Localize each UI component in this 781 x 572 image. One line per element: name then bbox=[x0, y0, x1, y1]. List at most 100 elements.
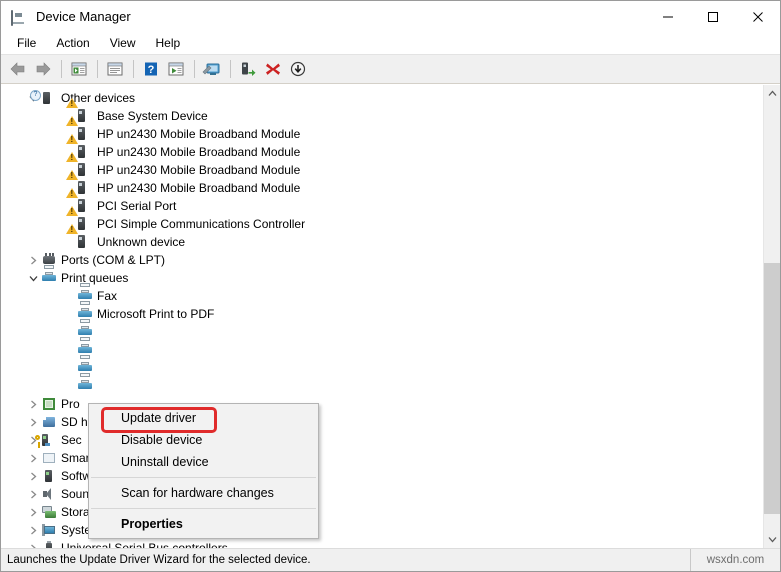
chevron-right-icon[interactable] bbox=[25, 396, 41, 412]
context-menu: Update driver Disable device Uninstall dev… bbox=[88, 403, 319, 539]
menu-view[interactable]: View bbox=[100, 33, 146, 53]
content-area: ?Other devices Base System Device HP un243… bbox=[1, 84, 780, 548]
menu-bar: File Action View Help bbox=[1, 32, 780, 55]
warning-device-icon bbox=[66, 224, 93, 250]
vertical-scrollbar[interactable] bbox=[763, 85, 780, 548]
tree-row[interactable]: Base System Device bbox=[1, 98, 763, 125]
warning-device-icon bbox=[66, 206, 93, 232]
chevron-right-icon[interactable] bbox=[25, 450, 41, 466]
properties-icon bbox=[107, 62, 123, 76]
tree-row[interactable]: Print queues bbox=[1, 265, 763, 287]
toolbar-separator bbox=[230, 60, 231, 78]
printer-icon bbox=[77, 373, 93, 394]
show-hide-console-tree-icon bbox=[71, 62, 87, 76]
install-legacy-hardware-button[interactable] bbox=[286, 57, 310, 81]
forward-icon bbox=[36, 62, 51, 76]
show-hide-console-tree-button[interactable] bbox=[67, 57, 91, 81]
chevron-right-icon[interactable] bbox=[25, 486, 41, 502]
scrollbar-thumb[interactable] bbox=[764, 263, 780, 514]
tree-row[interactable]: PCI Serial Port bbox=[1, 188, 763, 215]
printer-icon bbox=[41, 265, 57, 286]
chevron-right-icon[interactable] bbox=[25, 522, 41, 538]
tree-row[interactable]: HP un2430 Mobile Broadband Module bbox=[1, 170, 763, 197]
help-icon: ? bbox=[145, 62, 157, 76]
minimize-button[interactable] bbox=[645, 1, 690, 32]
enable-device-icon bbox=[242, 62, 256, 76]
properties-button[interactable] bbox=[103, 57, 127, 81]
tree-row[interactable]: Microsoft Print to PDF bbox=[1, 301, 763, 323]
usb-icon bbox=[41, 540, 57, 548]
tree-row-label: Fax bbox=[97, 289, 118, 303]
menu-file[interactable]: File bbox=[7, 33, 46, 53]
back-icon bbox=[10, 62, 25, 76]
menu-help[interactable]: Help bbox=[146, 33, 191, 53]
tree-row[interactable] bbox=[1, 373, 763, 395]
tree-row[interactable]: Universal Serial Bus controllers bbox=[1, 539, 763, 548]
tree-row-label: Print queues bbox=[61, 271, 129, 285]
chevron-right-icon[interactable] bbox=[25, 414, 41, 430]
close-button[interactable] bbox=[735, 1, 780, 32]
toolbar-separator bbox=[97, 60, 98, 78]
tree-row-label: PCI Simple Communications Controller bbox=[97, 217, 306, 231]
forward-button[interactable] bbox=[31, 57, 55, 81]
warning-device-icon bbox=[66, 98, 93, 124]
update-driver-icon bbox=[168, 62, 184, 76]
minimize-icon bbox=[662, 16, 673, 17]
chevron-right-icon[interactable] bbox=[25, 504, 41, 520]
scroll-up-button[interactable] bbox=[764, 85, 780, 102]
device-manager-window: Device Manager File Action View Help ? ?… bbox=[0, 0, 781, 572]
tree-row-label: SD h bbox=[61, 415, 88, 429]
tree-row-label: Microsoft Print to PDF bbox=[97, 307, 215, 321]
toolbar-separator bbox=[194, 60, 195, 78]
toolbar-separator bbox=[133, 60, 134, 78]
enable-device-button[interactable] bbox=[236, 57, 260, 81]
context-menu-separator bbox=[91, 508, 316, 509]
uninstall-device-button[interactable] bbox=[261, 57, 285, 81]
system-devices-icon bbox=[41, 522, 57, 538]
warning-device-icon bbox=[66, 116, 93, 142]
status-message: Launches the Update Driver Wizard for th… bbox=[1, 549, 691, 571]
context-menu-separator bbox=[91, 477, 316, 478]
scroll-down-button[interactable] bbox=[764, 531, 780, 548]
tree-row-label: Pro bbox=[61, 397, 80, 411]
tree-row[interactable]: ? Other devices bbox=[1, 89, 763, 107]
update-driver-button[interactable] bbox=[164, 57, 188, 81]
tree-row[interactable]: PCI Simple Communications Controller bbox=[1, 206, 763, 233]
scan-for-hardware-changes-button[interactable] bbox=[200, 57, 224, 81]
title-bar: Device Manager bbox=[1, 1, 780, 32]
tree-row[interactable] bbox=[1, 355, 763, 377]
tree-row-label: PCI Serial Port bbox=[97, 199, 177, 213]
ctx-scan-hardware[interactable]: Scan for hardware changes bbox=[89, 482, 318, 504]
chevron-down-icon[interactable] bbox=[25, 270, 41, 286]
tree-row[interactable]: HP un2430 Mobile Broadband Module bbox=[1, 116, 763, 143]
status-bar: Launches the Update Driver Wizard for th… bbox=[1, 548, 780, 571]
ctx-uninstall-device[interactable]: Uninstall device bbox=[89, 451, 318, 473]
ctx-update-driver[interactable]: Update driver bbox=[89, 407, 318, 429]
tree-row-label: Ports (COM & LPT) bbox=[61, 253, 166, 267]
chevron-right-icon[interactable] bbox=[25, 252, 41, 268]
tree-row-label: HP un2430 Mobile Broadband Module bbox=[97, 145, 301, 159]
chevron-right-icon[interactable] bbox=[25, 540, 41, 548]
uninstall-device-icon bbox=[266, 63, 280, 75]
chevron-down-icon bbox=[768, 537, 776, 543]
tree-row[interactable]: HP un2430 Mobile Broadband Module bbox=[1, 134, 763, 161]
tree-row[interactable]: Ports (COM & LPT) bbox=[1, 251, 763, 269]
chevron-right-icon[interactable] bbox=[25, 468, 41, 484]
tree-row[interactable]: Fax bbox=[1, 283, 763, 305]
tree-row[interactable] bbox=[1, 319, 763, 341]
maximize-button[interactable] bbox=[690, 1, 735, 32]
maximize-icon bbox=[707, 11, 718, 22]
ctx-properties[interactable]: Properties bbox=[89, 513, 318, 535]
tree-row[interactable] bbox=[1, 337, 763, 359]
menu-action[interactable]: Action bbox=[46, 33, 99, 53]
help-button[interactable]: ? bbox=[139, 57, 163, 81]
back-button[interactable] bbox=[6, 57, 30, 81]
storage-icon bbox=[41, 504, 57, 520]
tree-row[interactable]: HP un2430 Mobile Broadband Module bbox=[1, 152, 763, 179]
ctx-disable-device[interactable]: Disable device bbox=[89, 429, 318, 451]
tree-row[interactable]: Unknown device bbox=[1, 224, 763, 251]
